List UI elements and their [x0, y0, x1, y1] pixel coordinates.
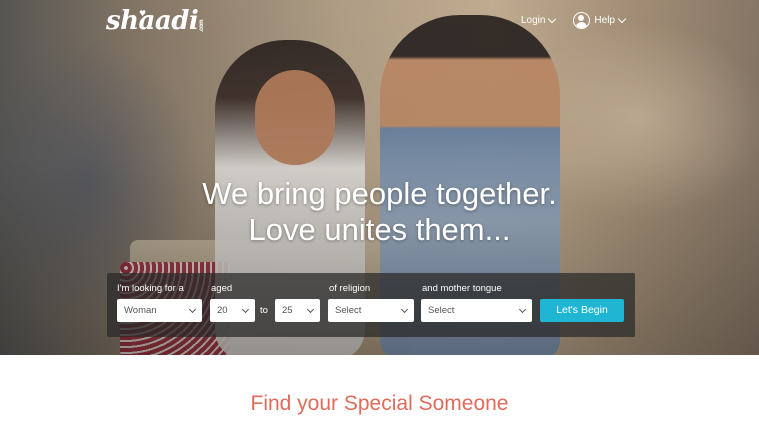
logo-text: shaadi — [106, 6, 199, 36]
logo-suffix: .com — [199, 20, 206, 33]
chevron-down-icon — [518, 305, 527, 314]
help-label: Help — [594, 15, 615, 26]
chevron-down-icon — [306, 305, 315, 314]
heart-icon: ♥ — [139, 8, 146, 18]
looking-for-label: I'm looking for a — [117, 283, 184, 294]
shaadi-logo[interactable]: shaadi ♥ .com — [106, 6, 205, 36]
mother-tongue-value: Select — [428, 305, 455, 316]
section-tagline: Find your Special Someone — [250, 392, 509, 415]
looking-for-select[interactable]: Woman — [117, 299, 202, 322]
headline-line-2: Love unites them... — [248, 212, 511, 247]
chevron-down-icon — [548, 14, 557, 24]
age-min-select[interactable]: 20 — [210, 299, 255, 322]
to-label: to — [260, 305, 268, 316]
age-max-value: 25 — [282, 305, 293, 316]
age-min-value: 20 — [217, 305, 228, 316]
hero-headline: We bring people together. Love unites th… — [0, 176, 759, 248]
mother-tongue-label: and mother tongue — [422, 283, 502, 294]
mother-tongue-select[interactable]: Select — [421, 299, 532, 322]
partner-search-form: I'm looking for a Woman aged 20 to 25 of… — [107, 273, 635, 337]
hero-banner: shaadi ♥ .com Login Help We bring people… — [0, 0, 759, 355]
looking-for-value: Woman — [124, 305, 157, 316]
religion-value: Select — [335, 305, 362, 316]
avatar-icon — [573, 12, 591, 29]
chevron-down-icon — [400, 305, 409, 314]
login-label: Login — [520, 15, 546, 26]
aged-label: aged — [211, 283, 233, 294]
chevron-down-icon — [241, 305, 250, 314]
login-menu[interactable]: Login — [520, 14, 557, 26]
chevron-down-icon — [617, 14, 627, 24]
religion-select[interactable]: Select — [328, 299, 414, 322]
top-nav: Login Help — [520, 12, 627, 29]
lets-begin-button[interactable]: Let's Begin — [540, 299, 624, 322]
age-max-select[interactable]: 25 — [275, 299, 320, 322]
help-menu[interactable]: Help — [573, 12, 627, 29]
headline-line-1: We bring people together. — [202, 176, 557, 211]
chevron-down-icon — [188, 305, 197, 314]
religion-label: of religion — [329, 283, 371, 294]
